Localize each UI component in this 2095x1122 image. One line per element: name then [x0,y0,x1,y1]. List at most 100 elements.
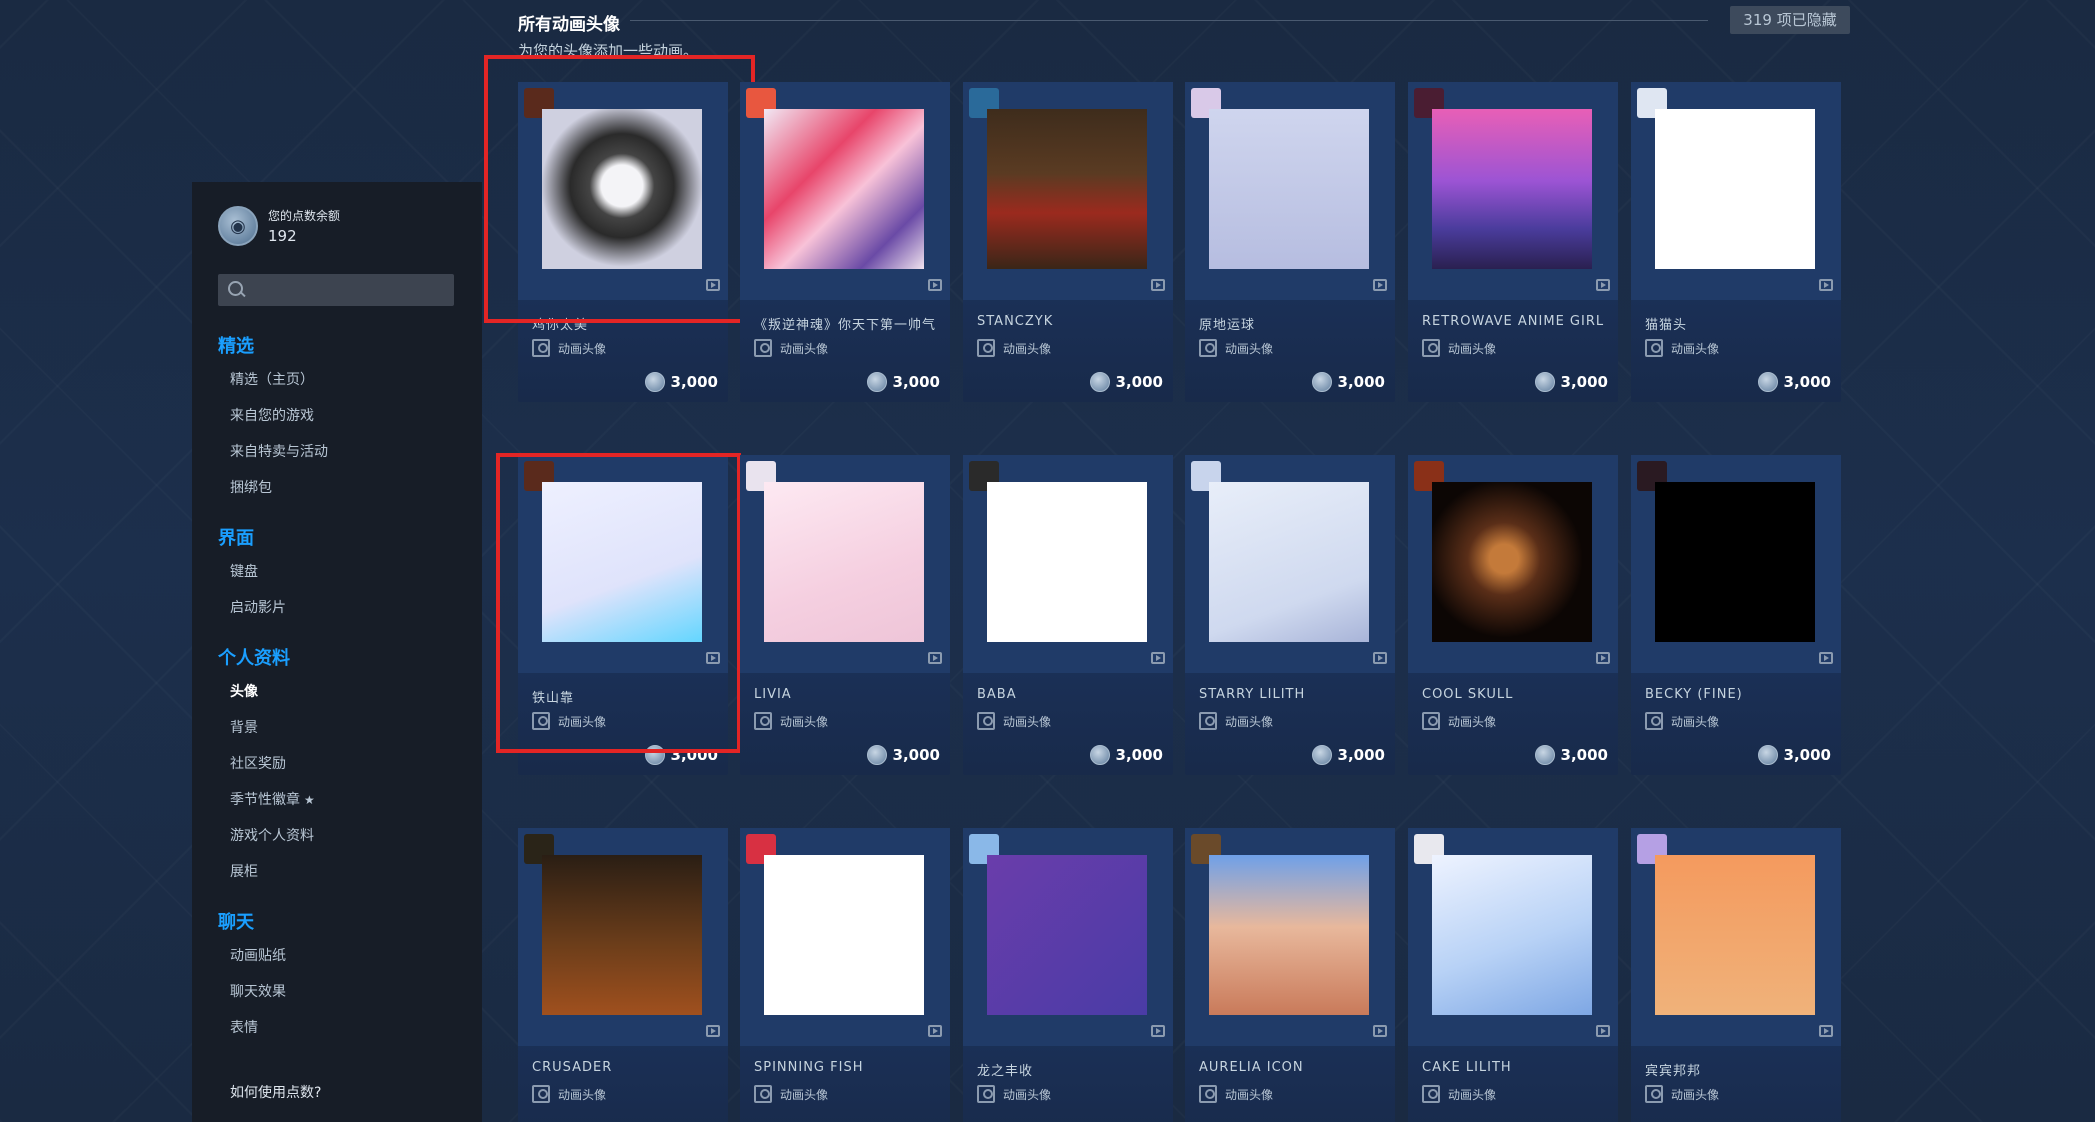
item-price[interactable]: 3,000 [1089,372,1163,392]
avatar-preview-image[interactable] [542,109,702,269]
avatar-preview-image[interactable] [987,482,1147,642]
sidebar-item-animated-stickers[interactable]: 动画贴纸 [218,938,468,974]
item-price[interactable]: 3,000 [1311,745,1385,765]
avatar-item-card[interactable]: BECKY (FINE) 动画头像 3,000 [1631,455,1841,775]
avatar-item-card[interactable]: 《叛逆神魂》你天下第一帅气 动画头像 3,000 [740,82,950,402]
avatar-item-card[interactable]: 猫猫头 动画头像 3,000 [1631,82,1841,402]
avatar-item-card[interactable]: CAKE LILITH 动画头像 [1408,828,1618,1122]
avatar-item-card[interactable]: RETROWAVE ANIME GIRL 动画头像 3,000 [1408,82,1618,402]
item-price[interactable]: 3,000 [866,745,940,765]
avatar-item-card[interactable]: STARRY LILITH 动画头像 3,000 [1185,455,1395,775]
sidebar-item-featured-home[interactable]: 精选（主页） [218,362,468,398]
item-type-label: 动画头像 [1225,714,1274,729]
search-input[interactable] [254,282,444,298]
avatar-item-card[interactable]: 铁山靠 动画头像 3,000 [518,455,728,775]
sidebar-item-game-profile[interactable]: 游戏个人资料 [218,818,468,854]
sidebar-item-seasonal-badge[interactable]: 季节性徽章 ★ [218,782,468,818]
item-price[interactable]: 3,000 [1089,745,1163,765]
sidebar-nav: 精选 精选（主页） 来自您的游戏 来自特卖与活动 捆绑包 界面 键盘 启动影片 … [218,332,468,1064]
item-price[interactable]: 3,000 [1311,372,1385,392]
avatar-preview-image[interactable] [1209,482,1369,642]
avatar-preview-image[interactable] [764,482,924,642]
points-coin-icon [1311,372,1332,392]
avatar-preview-image[interactable] [542,482,702,642]
avatar-preview-image[interactable] [1432,109,1592,269]
item-name: RETROWAVE ANIME GIRL [1422,314,1605,329]
avatar-item-card[interactable]: LIVIA 动画头像 3,000 [740,455,950,775]
item-type-label: 动画头像 [1448,341,1497,356]
sidebar-item-emoticons[interactable]: 表情 [218,1010,468,1046]
item-type-label: 动画头像 [1003,1087,1052,1102]
sidebar-item-bundles[interactable]: 捆绑包 [218,470,468,506]
avatar-item-card[interactable]: 原地运球 动画头像 3,000 [1185,82,1395,402]
item-type-label: 动画头像 [780,714,829,729]
item-price[interactable]: 3,000 [644,745,718,765]
avatar-preview-image[interactable] [1655,109,1815,269]
points-coin-icon [1757,745,1778,765]
item-price[interactable]: 3,000 [1757,372,1831,392]
points-coin-icon [1089,372,1110,392]
avatar-frame-icon [754,712,772,730]
nav-title-chat[interactable]: 聊天 [218,908,468,938]
help-link[interactable]: 如何使用点数? [230,1082,321,1102]
price-value: 3,000 [1115,373,1163,391]
sidebar-item-showcase[interactable]: 展柜 [218,854,468,890]
search-box[interactable] [218,274,454,306]
avatar-item-card[interactable]: AURELIA ICON 动画头像 [1185,828,1395,1122]
nav-title-interface[interactable]: 界面 [218,524,468,554]
avatar-preview-image[interactable] [1432,482,1592,642]
play-icon [1819,652,1833,664]
avatar-item-card[interactable]: STAŃCZYK 动画头像 3,000 [963,82,1173,402]
sidebar-item-chat-effects[interactable]: 聊天效果 [218,974,468,1010]
points-coin-icon [1534,372,1555,392]
item-type-label: 动画头像 [1003,714,1052,729]
sidebar-item-community-awards[interactable]: 社区奖励 [218,746,468,782]
item-type: 动画头像 [977,1085,1051,1103]
item-name: CAKE LILITH [1422,1060,1512,1075]
item-price[interactable]: 3,000 [1534,745,1608,765]
sidebar-item-avatar[interactable]: 头像 [218,674,468,710]
points-coin-icon [1089,745,1110,765]
item-price[interactable]: 3,000 [1757,745,1831,765]
avatar-item-card[interactable]: COOL SKULL 动画头像 3,000 [1408,455,1618,775]
avatar-item-card[interactable]: 鸡你太美 动画头像 3,000 [518,82,728,402]
item-price[interactable]: 3,000 [866,372,940,392]
avatar-preview-image[interactable] [1209,855,1369,1015]
avatar-frame-icon [754,339,772,357]
sidebar-item-keyboard[interactable]: 键盘 [218,554,468,590]
sidebar-item-sales-events[interactable]: 来自特卖与活动 [218,434,468,470]
item-price[interactable]: 3,000 [644,372,718,392]
balance-value: 192 [268,227,297,245]
avatar-preview-image[interactable] [764,855,924,1015]
play-icon [706,652,720,664]
play-icon [1151,279,1165,291]
sidebar-item-from-your-games[interactable]: 来自您的游戏 [218,398,468,434]
points-coin-icon [1757,372,1778,392]
avatar-preview-image[interactable] [987,855,1147,1015]
item-type-label: 动画头像 [558,714,607,729]
sidebar-item-background[interactable]: 背景 [218,710,468,746]
avatar-preview-image[interactable] [1209,109,1369,269]
avatar-preview-image[interactable] [542,855,702,1015]
nav-title-profile[interactable]: 个人资料 [218,644,468,674]
avatar-item-card[interactable]: CRUSADER 动画头像 [518,828,728,1122]
avatar-preview-image[interactable] [1432,855,1592,1015]
sidebar-item-startup-movie[interactable]: 启动影片 [218,590,468,626]
avatar-item-card[interactable]: BABA 动画头像 3,000 [963,455,1173,775]
avatar-preview-image[interactable] [764,109,924,269]
avatar-preview-image[interactable] [1655,855,1815,1015]
nav-title-featured[interactable]: 精选 [218,332,468,362]
points-coin-icon [644,372,665,392]
avatar-preview-image[interactable] [1655,482,1815,642]
header-divider [630,20,1708,21]
play-icon [1373,279,1387,291]
play-icon [1596,1025,1610,1037]
avatar-item-card[interactable]: 宾宾邦邦 动画头像 [1631,828,1841,1122]
nav-section-profile: 个人资料 头像 背景 社区奖励 季节性徽章 ★ 游戏个人资料 展柜 [218,644,468,890]
avatar-item-card[interactable]: SPINNING FISH 动画头像 [740,828,950,1122]
hidden-items-badge[interactable]: 319 项已隐藏 [1730,6,1850,34]
item-price[interactable]: 3,000 [1534,372,1608,392]
avatar-item-card[interactable]: 龙之丰收 动画头像 [963,828,1173,1122]
avatar-frame-icon [1645,712,1663,730]
avatar-preview-image[interactable] [987,109,1147,269]
